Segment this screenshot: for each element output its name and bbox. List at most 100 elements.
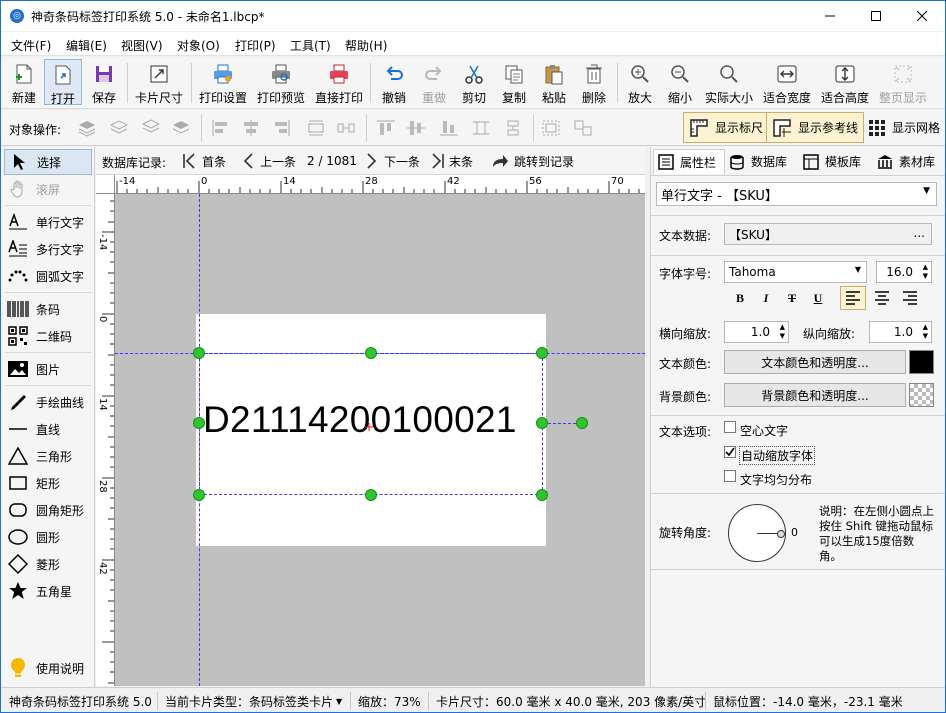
tool-line[interactable]: 直线 <box>4 416 92 442</box>
redo-button[interactable]: 重做 <box>415 59 453 105</box>
minimize-button[interactable] <box>807 1 853 31</box>
align-left-icon[interactable] <box>211 119 231 137</box>
align-text-center-button[interactable] <box>869 286 895 310</box>
resize-handle-n[interactable] <box>365 347 377 359</box>
print-preview-button[interactable]: 打印预览 <box>254 59 308 105</box>
resize-handle-ne[interactable] <box>536 347 548 359</box>
menu-object[interactable]: 对象(O) <box>177 37 220 54</box>
undo-button[interactable]: 撤销 <box>375 59 413 105</box>
tool-barcode[interactable]: 条码 <box>4 296 92 322</box>
print-setup-button[interactable]: 打印设置 <box>196 59 250 105</box>
vscale-spinner[interactable]: 1.0 ▲ ▼ <box>869 321 932 343</box>
align-right-icon[interactable] <box>271 119 291 137</box>
menu-help[interactable]: 帮助(H) <box>345 37 387 54</box>
horizontal-ruler[interactable]: -14 0 14 28 42 56 70 <box>115 175 645 194</box>
new-button[interactable]: 新建 <box>5 59 43 105</box>
bring-to-front-icon[interactable] <box>109 119 129 137</box>
tab-materials[interactable]: 素材库 <box>877 149 945 174</box>
text-data-more-button[interactable]: ... <box>914 226 925 240</box>
next-record-button[interactable]: 下一条 <box>366 150 436 172</box>
text-color-button[interactable]: 文本颜色和透明度... <box>724 350 906 374</box>
tool-arc-text[interactable]: 圆弧文字 <box>4 263 92 289</box>
fit-page-button[interactable]: 整页显示 <box>875 59 931 105</box>
resize-handle-se[interactable] <box>536 489 548 501</box>
resize-handle-s[interactable] <box>365 489 377 501</box>
tab-templates[interactable]: 模板库 <box>803 149 875 174</box>
bring-forward-icon[interactable] <box>77 119 97 137</box>
close-button[interactable] <box>899 1 945 31</box>
font-family-select[interactable]: Tahoma ▼ <box>724 261 867 283</box>
tool-freehand[interactable]: 手绘曲线 <box>4 389 92 415</box>
zoom-out-button[interactable]: 缩小 <box>661 59 699 105</box>
rotation-dial[interactable] <box>728 504 786 562</box>
send-backward-icon[interactable] <box>141 119 161 137</box>
fit-width-button[interactable]: 适合宽度 <box>759 59 815 105</box>
copy-button[interactable]: 复制 <box>495 59 533 105</box>
tool-multi-text[interactable]: 多行文字 <box>4 236 92 262</box>
tab-database[interactable]: 数据库 <box>729 149 801 174</box>
tool-star[interactable]: 五角星 <box>4 578 92 604</box>
card-type-dropdown[interactable]: 当前卡片类型：条码标签类卡片 ▼ <box>165 690 342 712</box>
underline-button[interactable]: U <box>808 288 828 308</box>
tool-qrcode[interactable]: 二维码 <box>4 323 92 349</box>
show-ruler-toggle[interactable]: 显示标尺 <box>683 112 770 143</box>
jump-to-record-button[interactable]: 跳转到记录 <box>491 150 591 172</box>
distribute-horizontal-icon[interactable] <box>306 119 326 137</box>
tool-image[interactable]: 图片 <box>4 356 92 382</box>
send-to-back-icon[interactable] <box>171 119 191 137</box>
bg-color-swatch[interactable] <box>909 383 934 407</box>
tool-circle[interactable]: 圆形 <box>4 524 92 550</box>
align-top-icon[interactable] <box>376 119 396 137</box>
vertical-ruler[interactable]: -14 0 14 28 42 <box>96 194 115 686</box>
align-center-icon[interactable] <box>241 119 261 137</box>
menu-file[interactable]: 文件(F) <box>11 37 51 54</box>
card-size-button[interactable]: 卡片尺寸 <box>132 59 186 105</box>
tool-diamond[interactable]: 菱形 <box>4 551 92 577</box>
rotation-knob[interactable] <box>777 530 785 538</box>
same-width-icon[interactable] <box>503 119 523 137</box>
resize-handle-e[interactable] <box>536 417 548 429</box>
tool-select[interactable]: 选择 <box>4 149 92 175</box>
direct-print-button[interactable]: 直接打印 <box>312 59 366 105</box>
last-record-button[interactable]: 末条 <box>431 150 491 172</box>
menu-tools[interactable]: 工具(T) <box>290 37 331 54</box>
save-button[interactable]: 保存 <box>85 59 123 105</box>
menu-view[interactable]: 视图(V) <box>121 37 163 54</box>
even-distribution-checkbox[interactable] <box>724 470 736 482</box>
text-color-swatch[interactable] <box>909 350 934 374</box>
object-selector[interactable]: 单行文字 - 【SKU】 ▼ <box>656 182 937 206</box>
resize-handle-w[interactable] <box>193 417 205 429</box>
resize-handle-nw[interactable] <box>193 347 205 359</box>
prev-record-button[interactable]: 上一条 <box>242 150 312 172</box>
hscale-spinner[interactable]: 1.0 ▲ ▼ <box>724 321 789 343</box>
resize-handle-sw[interactable] <box>193 489 205 501</box>
cut-button[interactable]: 剪切 <box>455 59 493 105</box>
delete-button[interactable]: 删除 <box>575 59 613 105</box>
menu-edit[interactable]: 编辑(E) <box>66 37 107 54</box>
font-size-spinner[interactable]: 16.0 ▲ ▼ <box>876 261 932 283</box>
spinner-arrows-icon[interactable]: ▲ ▼ <box>780 323 785 341</box>
spinner-arrows-icon[interactable]: ▲ ▼ <box>923 323 928 341</box>
italic-button[interactable]: I <box>756 288 776 308</box>
rotation-handle[interactable] <box>576 417 588 429</box>
zoom-in-button[interactable]: 放大 <box>621 59 659 105</box>
menu-print[interactable]: 打印(P) <box>235 37 276 54</box>
hollow-text-checkbox[interactable] <box>724 421 736 433</box>
ungroup-icon[interactable] <box>573 119 593 137</box>
bg-color-button[interactable]: 背景颜色和透明度... <box>724 383 906 407</box>
actual-size-button[interactable]: 实际大小 <box>701 59 757 105</box>
align-middle-icon[interactable] <box>406 119 426 137</box>
show-grid-toggle[interactable]: 显示网格 <box>863 112 945 143</box>
auto-shrink-checkbox[interactable] <box>724 446 736 458</box>
align-text-right-button[interactable] <box>897 286 923 310</box>
bold-button[interactable]: B <box>730 288 750 308</box>
align-bottom-icon[interactable] <box>439 119 459 137</box>
tool-rect[interactable]: 矩形 <box>4 470 92 496</box>
align-text-left-button[interactable] <box>840 286 866 310</box>
paste-button[interactable]: 粘贴 <box>535 59 573 105</box>
tab-properties[interactable]: 属性栏 <box>653 149 725 174</box>
tool-scroll[interactable]: 滚屏 <box>4 176 92 202</box>
tool-round-rect[interactable]: 圆角矩形 <box>4 497 92 523</box>
open-button[interactable]: 打开 <box>44 59 82 106</box>
spinner-arrows-icon[interactable]: ▲ ▼ <box>923 263 928 281</box>
